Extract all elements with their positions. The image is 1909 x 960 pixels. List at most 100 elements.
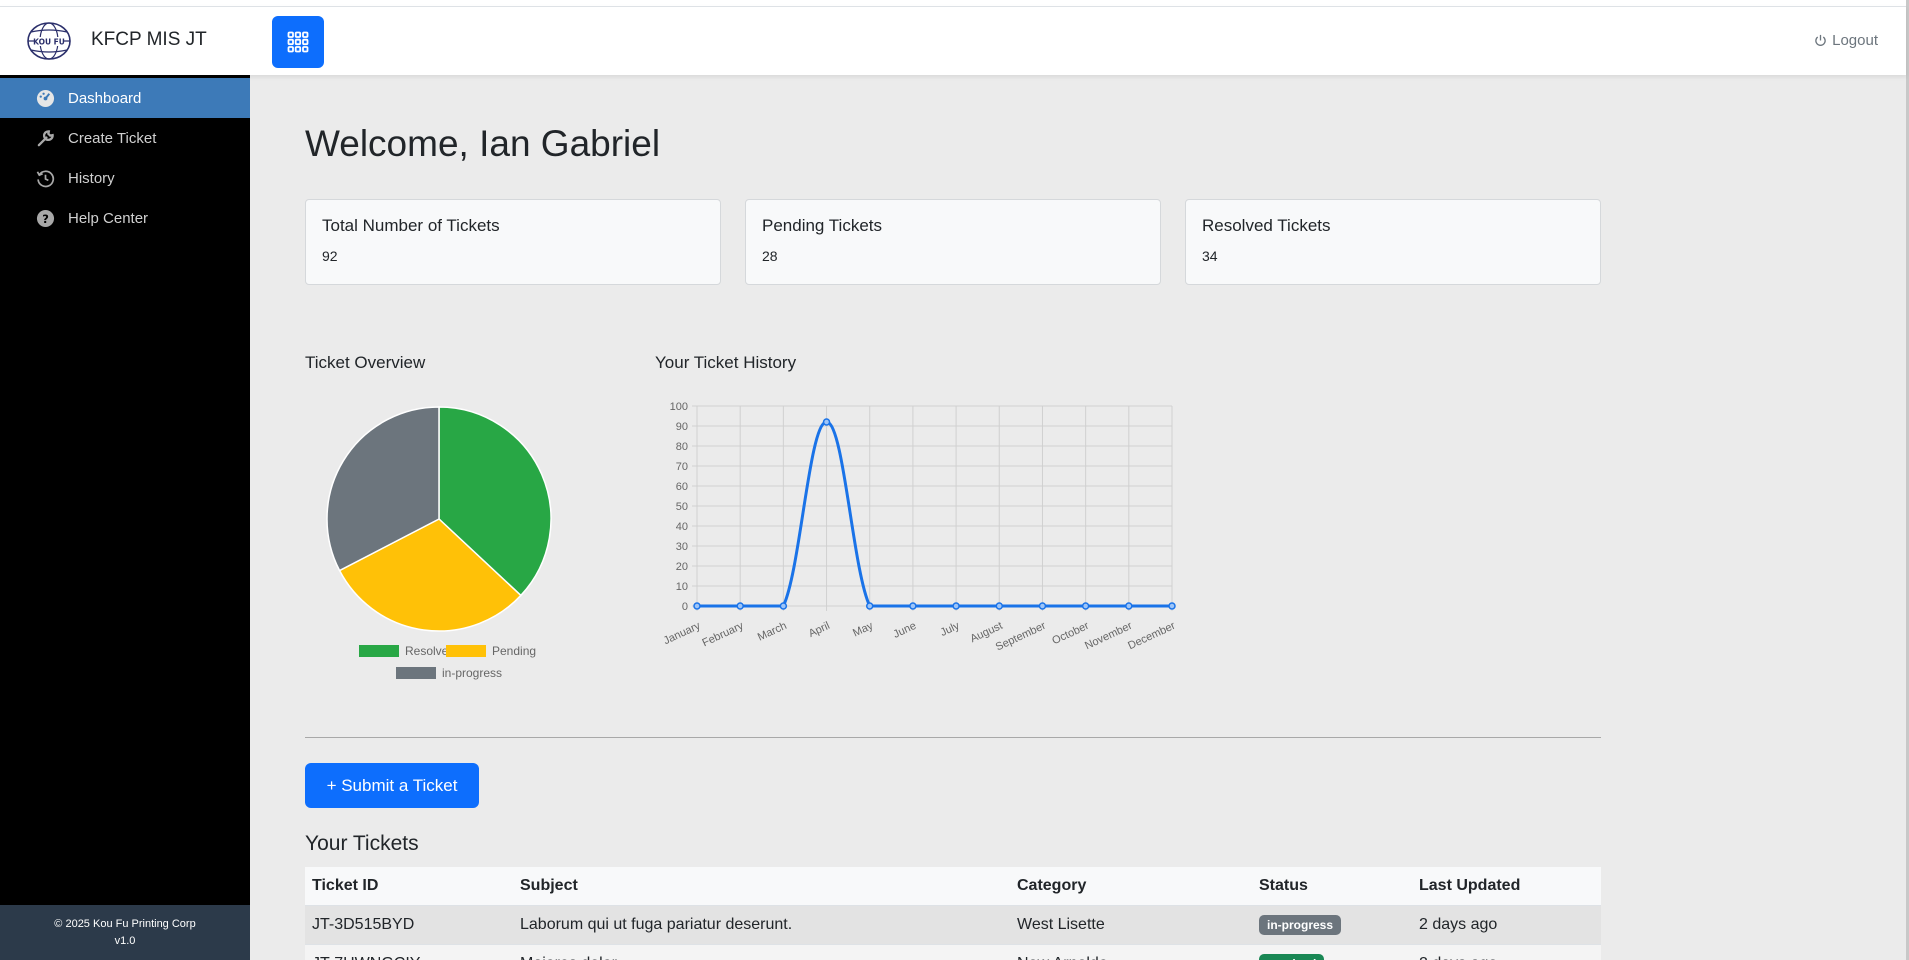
- data-point[interactable]: [909, 602, 917, 610]
- data-point[interactable]: [1081, 602, 1090, 610]
- copyright-text: © 2025 Kou Fu Printing Corp: [54, 918, 196, 930]
- stat-value: 28: [762, 248, 778, 264]
- company-logo[interactable]: KOU FU: [24, 19, 74, 63]
- brand-name: KFCP MIS JT: [91, 29, 207, 50]
- legend-swatch: [396, 667, 436, 679]
- sidebar-item-create-ticket[interactable]: Create Ticket: [0, 118, 250, 158]
- table-row[interactable]: JT-3D515BYD Laborum qui ut fuga pariatur…: [305, 905, 1601, 945]
- wrench-icon: [35, 128, 55, 148]
- y-tick-label: 50: [676, 501, 688, 513]
- legend-swatch: [359, 645, 399, 657]
- y-tick-label: 100: [670, 401, 688, 413]
- data-point[interactable]: [1168, 602, 1176, 610]
- main-content: Welcome, Ian Gabriel Total Number of Tic…: [250, 75, 1906, 960]
- data-point[interactable]: [865, 602, 874, 610]
- status-badge: resolved: [1259, 953, 1325, 960]
- column-header-status[interactable]: Status: [1252, 867, 1412, 906]
- sidebar-item-label: Dashboard: [68, 89, 142, 107]
- x-tick-label: September: [994, 620, 1048, 654]
- data-point[interactable]: [822, 418, 831, 426]
- version-text: v1.0: [114, 935, 136, 947]
- y-tick-label: 40: [676, 521, 688, 533]
- column-header-subject[interactable]: Subject: [513, 867, 1010, 906]
- legend-label: in-progress: [442, 666, 502, 680]
- table-header-row: Ticket ID Subject Category Status Last U…: [305, 867, 1601, 906]
- column-header-last-updated[interactable]: Last Updated: [1412, 867, 1601, 906]
- grid-icon: [287, 31, 309, 53]
- x-tick-label: February: [700, 620, 745, 650]
- ticket-id-cell: JT-7HWNGCIY: [305, 944, 513, 960]
- tickets-table: Ticket ID Subject Category Status Last U…: [305, 867, 1601, 960]
- column-header-category[interactable]: Category: [1010, 867, 1252, 906]
- section-divider: [305, 737, 1601, 738]
- logout-button[interactable]: Logout: [1814, 32, 1878, 49]
- y-tick-label: 90: [676, 421, 688, 433]
- sidebar-item-label: Create Ticket: [68, 129, 157, 147]
- power-icon: [1815, 34, 1826, 46]
- x-tick-label: June: [891, 620, 918, 641]
- stat-title: Total Number of Tickets: [322, 216, 500, 235]
- data-point[interactable]: [995, 602, 1004, 610]
- sidebar-footer: © 2025 Kou Fu Printing Corp v1.0: [0, 905, 250, 960]
- ticket-id-cell: JT-3D515BYD: [305, 905, 513, 945]
- ticket-overview-pie-chart: Resolved Pending in-progress: [326, 406, 552, 680]
- sidebar: Dashboard Create Ticket History ? Help C…: [0, 75, 250, 960]
- y-tick-label: 0: [682, 601, 688, 613]
- ticket-category-cell: New Arnoldo: [1010, 944, 1252, 960]
- status-badge: in-progress: [1259, 914, 1342, 935]
- data-point[interactable]: [779, 602, 788, 610]
- x-tick-label: April: [807, 620, 832, 640]
- data-point[interactable]: [693, 602, 701, 610]
- ticket-category-cell: West Lisette: [1010, 905, 1252, 945]
- stat-card-resolved: Resolved Tickets 34: [1185, 199, 1601, 285]
- data-point[interactable]: [1125, 602, 1133, 610]
- legend-label: Pending: [492, 644, 536, 658]
- top-navbar: KOU FU KFCP MIS JT Logout: [0, 6, 1906, 75]
- y-tick-label: 10: [676, 581, 688, 593]
- history-series-line: [697, 420, 1172, 608]
- sidebar-item-history[interactable]: History: [0, 158, 250, 198]
- apps-menu-button[interactable]: [272, 16, 324, 68]
- ticket-subject-cell: Laborum qui ut fuga pariatur deserunt.: [513, 905, 1010, 945]
- column-header-ticket-id[interactable]: Ticket ID: [305, 867, 513, 906]
- svg-text:?: ?: [42, 211, 49, 225]
- y-tick-label: 80: [676, 441, 688, 453]
- ticket-updated-cell: 2 days ago: [1412, 905, 1601, 945]
- sidebar-item-label: History: [68, 169, 115, 187]
- legend-item[interactable]: Resolved: [359, 644, 455, 658]
- legend-item[interactable]: in-progress: [396, 666, 502, 680]
- history-clock-icon: [35, 168, 55, 188]
- sidebar-item-dashboard[interactable]: Dashboard: [0, 78, 250, 118]
- y-tick-label: 60: [676, 481, 688, 493]
- data-point[interactable]: [952, 602, 960, 610]
- x-tick-label: November: [1083, 620, 1134, 652]
- stat-card-total: Total Number of Tickets 92: [305, 199, 721, 285]
- submit-ticket-button[interactable]: + Submit a Ticket: [305, 763, 479, 808]
- ticket-history-line-chart: 0 10 20 30 40 50 60 70 80 90 100 JanuaryFebruary Mar…: [662, 401, 1178, 654]
- legend-item[interactable]: Pending: [446, 644, 536, 658]
- x-tick-label: July: [939, 620, 962, 639]
- stat-value: 34: [1202, 248, 1218, 264]
- stat-title: Pending Tickets: [762, 216, 883, 235]
- stat-value: 92: [322, 248, 338, 264]
- stat-title: Resolved Tickets: [1202, 216, 1331, 235]
- ticket-subject-cell: Maiores dolor: [513, 944, 1010, 960]
- question-circle-icon: ?: [35, 208, 55, 228]
- sidebar-item-label: Help Center: [68, 209, 149, 227]
- y-tick-label: 30: [676, 541, 688, 553]
- ticket-overview-title: Ticket Overview: [305, 353, 426, 372]
- x-tick-label: December: [1126, 620, 1177, 652]
- logo-text: KOU FU: [33, 38, 65, 47]
- x-tick-label: May: [851, 620, 875, 640]
- data-point[interactable]: [736, 602, 744, 610]
- logout-label: Logout: [1832, 32, 1878, 49]
- data-point[interactable]: [1038, 602, 1047, 610]
- legend-swatch: [446, 645, 486, 657]
- page-title: Welcome, Ian Gabriel: [305, 123, 661, 164]
- sidebar-item-help-center[interactable]: ? Help Center: [0, 198, 250, 238]
- table-row[interactable]: JT-7HWNGCIY Maiores dolor New Arnoldo re…: [305, 944, 1601, 960]
- dashboard-gauge-icon: [35, 88, 55, 108]
- ticket-status-cell: in-progress: [1252, 905, 1412, 945]
- ticket-history-title: Your Ticket History: [655, 353, 797, 372]
- x-tick-label: January: [662, 620, 703, 648]
